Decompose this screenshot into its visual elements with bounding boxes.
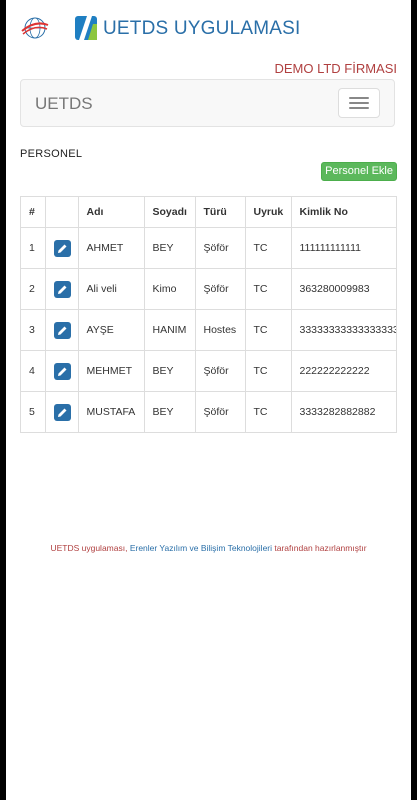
edit-button[interactable]	[53, 362, 71, 380]
hamburger-icon	[349, 107, 369, 109]
cell-number: 1	[21, 227, 46, 269]
cell-id-number: 3333282882882	[290, 391, 396, 432]
page-title: PERSONEL	[20, 148, 83, 160]
cell-id-number: 222222222222	[290, 350, 396, 392]
edit-button[interactable]	[53, 403, 71, 421]
cell-type: Hostes	[194, 309, 246, 351]
app-logo-icon	[75, 16, 97, 40]
pencil-icon	[57, 367, 66, 376]
column-header-id-number: Kimlik No	[290, 197, 396, 228]
edit-button[interactable]	[53, 239, 71, 257]
navbar-brand[interactable]: UETDS	[35, 94, 93, 114]
cell-action	[44, 309, 79, 351]
pencil-icon	[57, 326, 66, 335]
cell-name: AHMET	[77, 227, 145, 269]
hamburger-icon	[349, 102, 369, 104]
navbar: UETDS	[20, 79, 395, 127]
cell-action	[44, 391, 79, 432]
cell-id-number: 111111111111	[290, 227, 396, 269]
edit-button[interactable]	[53, 280, 71, 298]
cell-name: Ali veli	[77, 268, 145, 310]
globe-logo-icon	[21, 17, 49, 39]
cell-type: Şöför	[194, 350, 246, 392]
cell-nationality: TC	[244, 227, 292, 269]
cell-surname: BEY	[143, 391, 196, 432]
app-title: UETDS UYGULAMASI	[103, 18, 301, 39]
cell-number: 3	[21, 309, 46, 351]
table-row: 2 Ali veli Kimo Şöför TC 363280009983	[21, 268, 396, 310]
column-header-name: Adı	[77, 197, 145, 228]
footer-company-link[interactable]: Erenler Yazılım ve Bilişim Teknolojileri	[130, 543, 272, 553]
table-row: 4 MEHMET BEY Şöför TC 222222222222	[21, 350, 396, 392]
personnel-table: # Adı Soyadı Türü Uyruk Kimlik No 1 AHME…	[20, 196, 397, 433]
cell-id-number: 33333333333333333	[290, 309, 396, 351]
cell-id-number: 363280009983	[290, 268, 396, 310]
cell-surname: BEY	[143, 227, 196, 269]
cell-number: 5	[21, 391, 46, 432]
cell-nationality: TC	[244, 391, 292, 432]
cell-number: 4	[21, 350, 46, 392]
cell-name: MUSTAFA	[77, 391, 145, 432]
column-header-type: Türü	[194, 197, 246, 228]
cell-type: Şöför	[194, 268, 246, 310]
column-header-number: #	[21, 197, 46, 228]
table-row: 3 AYŞE HANIM Hostes TC 33333333333333333	[21, 309, 396, 351]
pencil-icon	[57, 408, 66, 417]
add-personnel-button[interactable]: Personel Ekle	[321, 162, 397, 181]
cell-type: Şöför	[194, 227, 246, 269]
cell-action	[44, 350, 79, 392]
menu-toggle-button[interactable]	[338, 88, 380, 118]
cell-type: Şöför	[194, 391, 246, 432]
column-header-surname: Soyadı	[143, 197, 196, 228]
page: UETDS UYGULAMASI DEMO LTD FİRMASI UETDS …	[6, 0, 411, 800]
edit-button[interactable]	[53, 321, 71, 339]
cell-action	[44, 268, 79, 310]
cell-action	[44, 227, 79, 269]
cell-name: AYŞE	[77, 309, 145, 351]
header: UETDS UYGULAMASI	[6, 0, 411, 58]
table-row: 1 AHMET BEY Şöför TC 111111111111	[21, 227, 396, 269]
table-header-row: # Adı Soyadı Türü Uyruk Kimlik No	[21, 197, 396, 228]
hamburger-icon	[349, 97, 369, 99]
footer: UETDS uygulaması, Erenler Yazılım ve Bil…	[6, 543, 411, 553]
cell-surname: BEY	[143, 350, 196, 392]
footer-suffix: tarafından hazırlanmıştır	[272, 543, 367, 553]
cell-number: 2	[21, 268, 46, 310]
pencil-icon	[57, 285, 66, 294]
cell-surname: Kimo	[143, 268, 196, 310]
pencil-icon	[57, 244, 66, 253]
column-header-nationality: Uyruk	[244, 197, 292, 228]
cell-nationality: TC	[244, 268, 292, 310]
cell-name: MEHMET	[77, 350, 145, 392]
cell-nationality: TC	[244, 309, 292, 351]
column-header-action	[44, 197, 79, 228]
footer-prefix: UETDS uygulaması,	[50, 543, 130, 553]
table-row: 5 MUSTAFA BEY Şöför TC 3333282882882	[21, 391, 396, 432]
cell-nationality: TC	[244, 350, 292, 392]
company-name: DEMO LTD FİRMASI	[274, 61, 397, 76]
cell-surname: HANIM	[143, 309, 196, 351]
